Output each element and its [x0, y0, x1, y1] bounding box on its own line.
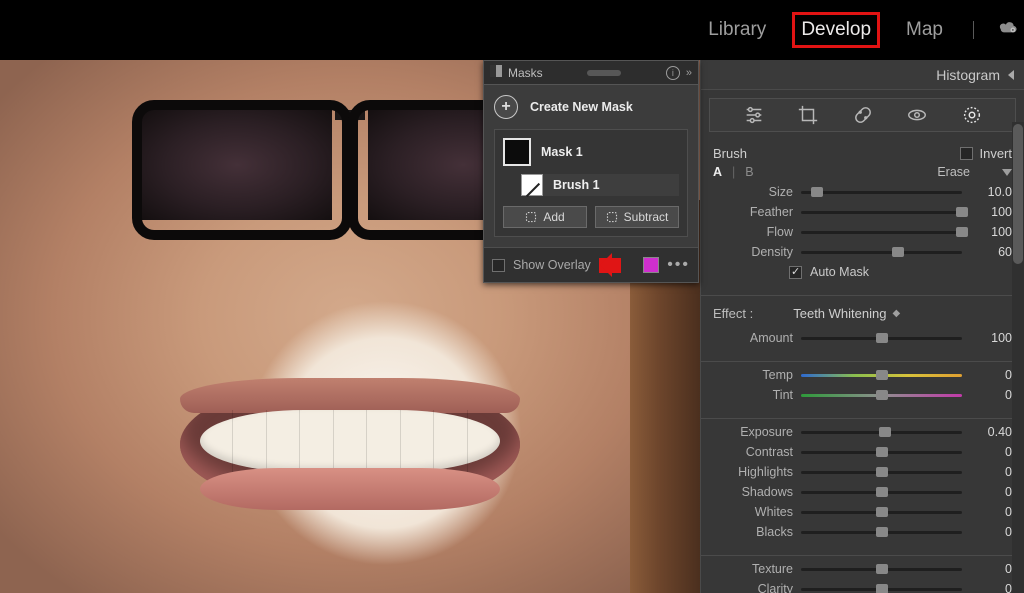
collapse-icon — [1008, 70, 1014, 80]
disclosure-icon[interactable] — [1002, 169, 1012, 176]
edit-sliders-icon[interactable] — [743, 104, 765, 126]
show-overlay-label: Show Overlay — [513, 258, 591, 272]
brush-erase[interactable]: Erase — [937, 165, 970, 179]
create-new-mask-row[interactable]: + Create New Mask — [494, 95, 688, 119]
slider-highlights[interactable]: Highlights 0 — [729, 465, 1012, 479]
automask-label: Auto Mask — [810, 265, 869, 279]
effect-preset-picker[interactable]: Teeth Whitening ◆ — [793, 306, 900, 321]
info-icon[interactable]: i — [666, 66, 680, 80]
slider-tint[interactable]: Tint 0 — [729, 388, 1012, 402]
masks-title: Masks — [508, 66, 543, 80]
brush-b[interactable]: B — [745, 165, 753, 179]
slider-blacks[interactable]: Blacks 0 — [729, 525, 1012, 539]
brush-a[interactable]: A — [713, 165, 722, 179]
mask-thumbnail — [503, 138, 531, 166]
module-develop[interactable]: Develop — [792, 12, 880, 48]
histogram-header[interactable]: Histogram — [701, 60, 1024, 90]
mask-card: Mask 1 Brush 1 Add Subtract — [494, 129, 688, 237]
cloud-sync-icon[interactable] — [998, 21, 1018, 39]
slider-texture[interactable]: Texture 0 — [729, 562, 1012, 576]
slider-amount[interactable]: Amount 100 — [729, 331, 1012, 345]
redeye-icon[interactable] — [906, 104, 928, 126]
scrollbar-thumb[interactable] — [1013, 124, 1023, 264]
updown-icon: ◆ — [892, 308, 900, 319]
masks-panel-header[interactable]: Masks i » — [484, 61, 698, 85]
mask-component-row[interactable]: Brush 1 — [521, 174, 679, 196]
slider-contrast[interactable]: Contrast 0 — [729, 445, 1012, 459]
slider-shadows[interactable]: Shadows 0 — [729, 485, 1012, 499]
add-mask-icon[interactable]: + — [494, 95, 518, 119]
mask-add-button[interactable]: Add — [503, 206, 587, 228]
heal-icon[interactable] — [852, 104, 874, 126]
masking-icon[interactable] — [961, 104, 983, 126]
drag-grip-icon[interactable] — [587, 70, 621, 76]
automask-checkbox[interactable] — [789, 266, 802, 279]
module-switcher: Library Develop Map — [702, 12, 1018, 48]
brush-mode-row: A | B Erase — [713, 165, 1012, 179]
slider-clarity[interactable]: Clarity 0 — [729, 582, 1012, 593]
right-panel-scrollbar[interactable] — [1012, 122, 1024, 593]
slider-whites[interactable]: Whites 0 — [729, 505, 1012, 519]
module-map[interactable]: Map — [900, 15, 949, 45]
photo-lower-lip — [200, 468, 500, 510]
histogram-label: Histogram — [936, 67, 1000, 83]
brush-thumbnail-icon — [521, 174, 543, 196]
slider-density[interactable]: Density 60 — [729, 245, 1012, 259]
photo-upper-lip — [180, 378, 520, 413]
invert-checkbox[interactable] — [960, 147, 973, 160]
brush-section: Brush Invert A | B Erase — [701, 142, 1024, 289]
brush-name: Brush 1 — [553, 178, 600, 192]
brush-title: Brush — [713, 146, 747, 161]
divider — [973, 21, 974, 39]
slider-feather[interactable]: Feather 100 — [729, 205, 1012, 219]
mask-row[interactable]: Mask 1 — [503, 138, 679, 166]
brush-sliders: Size 10.0 Feather 100 Flow 100 — [713, 185, 1012, 259]
mask-mode-icon — [490, 65, 502, 80]
mask-subtract-button[interactable]: Subtract — [595, 206, 679, 228]
create-new-mask-label: Create New Mask — [530, 100, 633, 114]
show-overlay-checkbox[interactable] — [492, 259, 505, 272]
effect-row: Effect : Teeth Whitening ◆ — [713, 304, 1012, 329]
annotation-arrow-icon — [599, 258, 621, 273]
top-bar: Library Develop Map — [0, 0, 1024, 60]
overlay-color-swatch[interactable] — [643, 257, 659, 273]
slider-temp[interactable]: Temp 0 — [729, 368, 1012, 382]
slider-flow[interactable]: Flow 100 — [729, 225, 1012, 239]
mask-name: Mask 1 — [541, 145, 583, 159]
crop-icon[interactable] — [797, 104, 819, 126]
local-tools-strip — [709, 98, 1016, 132]
masks-panel: Masks i » + Create New Mask Mask 1 Brush… — [483, 60, 699, 283]
photo-teeth — [200, 410, 500, 472]
masks-panel-footer: Show Overlay ••• — [484, 247, 698, 282]
more-options-icon[interactable]: ••• — [667, 256, 690, 274]
invert-label: Invert — [979, 146, 1012, 161]
right-panel: Histogram Brush Invert — [700, 60, 1024, 593]
slider-exposure[interactable]: Exposure 0.40 — [729, 425, 1012, 439]
slider-size[interactable]: Size 10.0 — [729, 185, 1012, 199]
collapse-chevrons-icon[interactable]: » — [686, 67, 692, 79]
effect-label: Effect : — [713, 306, 753, 321]
module-library[interactable]: Library — [702, 15, 772, 45]
